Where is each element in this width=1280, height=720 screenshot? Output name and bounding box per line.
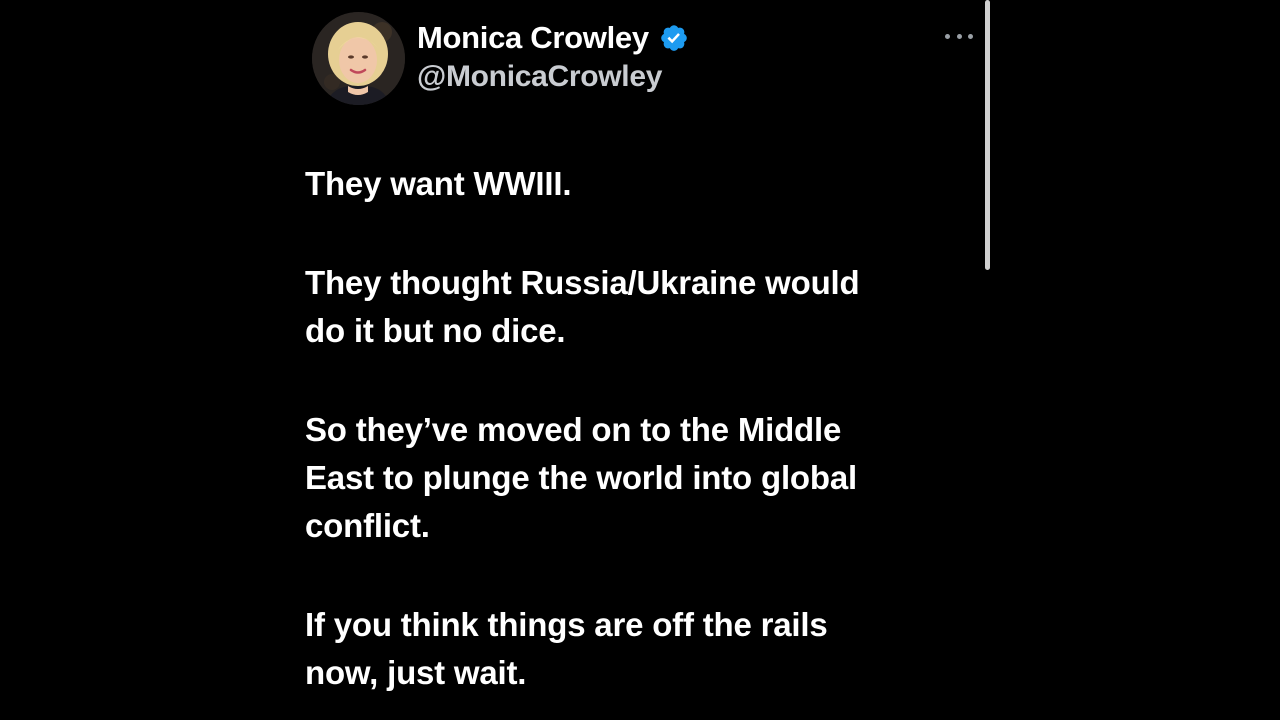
tweet-screenshot: Monica Crowley @MonicaCrowley They want …	[0, 0, 1280, 720]
more-dot	[945, 33, 950, 39]
tweet-paragraph: If you think things are off the rails no…	[305, 606, 828, 691]
tweet-paragraph: They thought Russia/Ukraine would do it …	[305, 264, 860, 349]
more-dot	[956, 33, 962, 39]
profile-photo	[312, 12, 405, 105]
verified-badge-icon	[659, 23, 689, 53]
author-name-row: Monica Crowley	[417, 18, 689, 58]
more-dot	[968, 33, 973, 39]
tweet-text: They want WWIII. They thought Russia/Ukr…	[305, 160, 965, 720]
scrollbar[interactable]	[985, 0, 990, 720]
avatar[interactable]	[312, 12, 405, 105]
scrollbar-thumb[interactable]	[985, 0, 990, 270]
tweet-paragraph: So they’ve moved on to the Middle East t…	[305, 411, 857, 544]
author-display-name[interactable]: Monica Crowley	[417, 20, 649, 56]
author-handle[interactable]: @MonicaCrowley	[417, 60, 662, 94]
tweet-paragraph: They want WWIII.	[305, 165, 572, 202]
more-horizontal-icon[interactable]	[945, 26, 973, 46]
